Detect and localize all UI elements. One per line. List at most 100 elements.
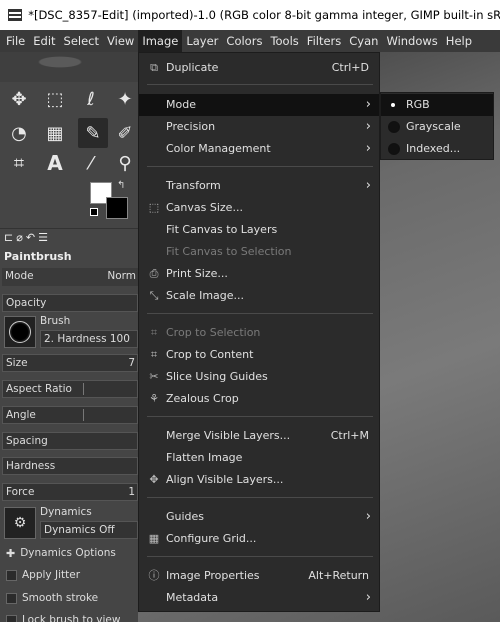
menu-item-precision[interactable]: Precision › [139,116,379,138]
submenu-arrow-icon: › [365,509,371,524]
indexed-label: Indexed... [406,142,461,155]
menu-separator [147,556,373,557]
menu-edit[interactable]: Edit [29,30,59,52]
dynamics-field[interactable]: Dynamics Off [40,521,138,539]
color-picker-tool-icon[interactable]: ⁄ [78,150,104,176]
size-slider[interactable]: Size 7 [2,354,138,372]
mode-row[interactable]: Mode Norm [2,268,138,286]
menu-item-image-properties[interactable]: ⓘ Image Properties Alt+Return [139,565,379,587]
submenu-item-indexed[interactable]: Indexed... [381,138,493,160]
brush-preview[interactable] [4,316,36,348]
menu-separator [147,497,373,498]
checkbox-box[interactable] [6,569,17,581]
menu-item-print-size[interactable]: ⎙ Print Size... [139,263,379,285]
undo-history-tab-icon[interactable]: ↶ [26,231,35,244]
brush-name-value: 2. Hardness 100 [44,333,130,345]
flatten-label: Flatten Image [166,451,243,464]
mode-label: Mode [5,270,34,282]
menu-tools[interactable]: Tools [266,30,302,52]
menu-item-merge-visible[interactable]: Merge Visible Layers... Ctrl+M [139,425,379,447]
toolbox: ✥ ⬚ ℓ ✦ ◔ ▦ ✎ ✐ ⌗ A ⁄ ⚲ ↰ ⊏ ⌀ ↶ ☰ Paintb… [0,52,138,622]
menu-item-flatten[interactable]: Flatten Image [139,447,379,469]
submenu-item-rgb[interactable]: RGB [381,94,493,116]
print-icon: ⎙ [149,267,159,280]
menu-cyan[interactable]: Cyan [345,30,382,52]
menu-item-fit-canvas-layers[interactable]: Fit Canvas to Layers [139,219,379,241]
spacing-slider[interactable]: Spacing [2,432,138,450]
tool-options-tab-icon[interactable]: ⊏ [4,231,13,244]
submenu-arrow-icon: › [365,590,371,605]
submenu-arrow-icon: › [365,119,371,134]
menu-item-canvas-size[interactable]: ⬚ Canvas Size... [139,197,379,219]
dynamics-options-expander[interactable]: ✚ Dynamics Options [6,545,116,561]
grid-icon: ▦ [148,532,160,545]
menu-select[interactable]: Select [60,30,103,52]
size-value: 7 [128,357,135,369]
menu-item-guides[interactable]: Guides › [139,506,379,528]
opacity-slider[interactable]: Opacity [2,294,138,312]
move-tool-icon[interactable]: ✥ [6,86,32,112]
menu-windows[interactable]: Windows [382,30,441,52]
menu-colors[interactable]: Colors [222,30,266,52]
align-icon: ✥ [149,473,159,486]
paintbrush-tool-icon[interactable]: ✎ [78,118,108,148]
rect-select-tool-icon[interactable]: ⬚ [42,86,68,112]
brush-name-field[interactable]: 2. Hardness 100 [40,330,138,348]
menu-item-scale-image[interactable]: ⤡ Scale Image... [139,285,379,307]
selected-bullet-icon [391,103,395,107]
images-tab-icon[interactable]: ☰ [38,231,48,244]
menu-filters[interactable]: Filters [303,30,345,52]
eraser-tool-icon[interactable]: ✐ [112,120,138,146]
guides-label: Guides [166,510,205,523]
lasso-tool-icon[interactable]: ℓ [78,86,104,112]
menu-help[interactable]: Help [442,30,476,52]
force-slider[interactable]: Force 1 [2,483,138,501]
crop-selection-label: Crop to Selection [166,326,261,339]
menu-item-slice-guides[interactable]: ✂ Slice Using Guides [139,366,379,388]
menu-image[interactable]: Image [138,30,183,52]
fuzzy-select-tool-icon[interactable]: ✦ [112,86,138,112]
submenu-arrow-icon: › [365,141,371,156]
menu-item-transform[interactable]: Transform › [139,175,379,197]
menu-view[interactable]: View [103,30,138,52]
warp-tool-icon[interactable]: ◔ [6,120,32,146]
window-title: *[DSC_8357-Edit] (imported)-1.0 (RGB col… [28,8,500,22]
default-colors-icon[interactable] [90,208,98,216]
background-color-swatch[interactable] [106,197,128,219]
checkbox-box[interactable] [6,614,17,622]
menu-layer[interactable]: Layer [182,30,222,52]
text-tool-icon[interactable]: A [42,150,68,176]
dynamics-icon[interactable]: ⚙ [4,507,36,539]
scale-icon: ⤡ [149,289,159,302]
crop-content-icon: ⌗ [150,348,158,361]
angle-slider[interactable]: Angle [2,406,138,424]
transform-tool-icon[interactable]: ⌗ [6,150,32,176]
apply-jitter-checkbox[interactable]: Apply Jitter [6,567,80,583]
aspect-ratio-slider[interactable]: Aspect Ratio [2,380,138,398]
menu-file[interactable]: File [2,30,29,52]
menu-item-align-visible[interactable]: ✥ Align Visible Layers... [139,469,379,491]
duplicate-icon: ⧉ [150,61,158,74]
menu-item-zealous-crop[interactable]: ⚘ Zealous Crop [139,388,379,410]
menu-item-crop-content[interactable]: ⌗ Crop to Content [139,344,379,366]
lock-brush-checkbox[interactable]: Lock brush to view [6,612,120,622]
menu-item-metadata[interactable]: Metadata › [139,587,379,609]
swap-colors-icon[interactable]: ↰ [117,180,125,191]
menu-item-configure-grid[interactable]: ▦ Configure Grid... [139,528,379,550]
menu-item-color-management[interactable]: Color Management › [139,138,379,160]
submenu-item-grayscale[interactable]: Grayscale [381,116,493,138]
menu-item-mode[interactable]: Mode › [139,94,379,116]
menu-item-duplicate[interactable]: ⧉ Duplicate Ctrl+D [139,57,379,79]
checkbox-box[interactable] [6,592,17,604]
print-size-label: Print Size... [166,267,228,280]
mode-label: Mode [166,98,196,111]
radio-icon [388,121,400,133]
menu-separator [147,84,373,85]
menu-item-crop-selection: ⌗ Crop to Selection [139,322,379,344]
smooth-stroke-checkbox[interactable]: Smooth stroke [6,590,98,606]
spacing-label: Spacing [6,435,48,447]
zoom-tool-icon[interactable]: ⚲ [112,150,138,176]
device-status-tab-icon[interactable]: ⌀ [16,231,23,244]
gradient-tool-icon[interactable]: ▦ [42,120,68,146]
hardness-slider[interactable]: Hardness [2,457,138,475]
